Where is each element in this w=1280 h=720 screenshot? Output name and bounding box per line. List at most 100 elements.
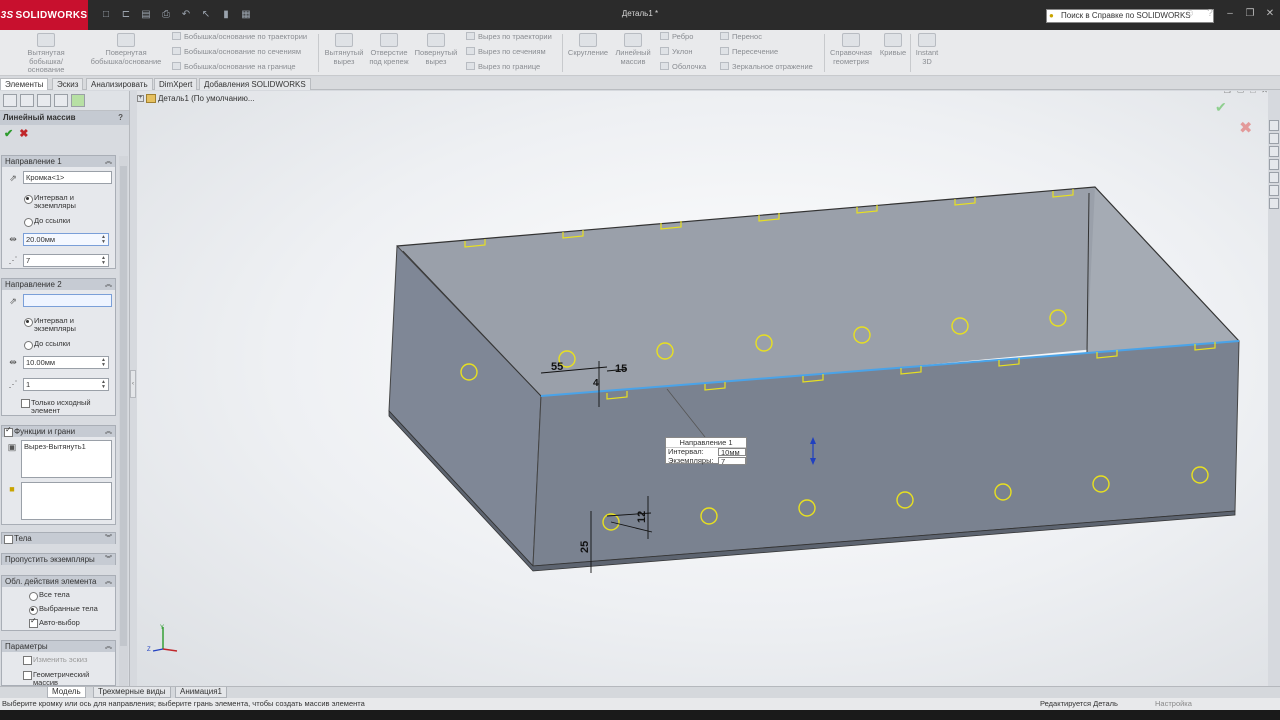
direction-arrow-icon[interactable]: ⇗ — [6, 172, 20, 185]
geometry-pattern-checkbox[interactable]: Геометрический массив — [23, 671, 103, 687]
faces-list[interactable] — [21, 482, 112, 520]
tab-3d-views[interactable]: Трехмерные виды — [93, 687, 171, 698]
box-inner-right-wall[interactable] — [1087, 187, 1239, 353]
intersect-button[interactable]: Пересечение — [720, 47, 778, 56]
features-faces-header[interactable]: Функции и грани ︽ — [2, 426, 115, 437]
fillet-button[interactable]: Скругление — [566, 33, 610, 58]
callout-instances-input[interactable]: 7 — [718, 456, 746, 465]
configuration-manager-icon[interactable] — [37, 94, 51, 107]
curves-button[interactable]: Кривые — [878, 33, 908, 58]
restore-icon[interactable]: ❐ — [1244, 8, 1256, 19]
reference-geometry-button[interactable]: Справочная геометрия — [826, 33, 876, 66]
scrollbar-thumb[interactable] — [120, 166, 127, 646]
help-icon[interactable]: ? — [118, 111, 123, 125]
print-icon[interactable]: ⎙ — [158, 8, 174, 22]
minimize-icon[interactable]: – — [1224, 8, 1236, 19]
instant-3d-button[interactable]: Instant 3D — [912, 33, 942, 66]
pattern-seed-only-checkbox[interactable]: Только исходный элемент — [21, 399, 101, 415]
tab-solidworks-addins[interactable]: Добавления SOLIDWORKS — [199, 78, 311, 90]
dimension-25[interactable]: 25 — [579, 541, 591, 553]
features-list[interactable]: Вырез-Вытянуть1 — [21, 440, 112, 478]
selected-bodies-radio[interactable]: Выбранные тела — [29, 605, 98, 615]
custom-properties-icon[interactable] — [1269, 185, 1279, 196]
undo-icon[interactable]: ↶ — [178, 8, 194, 22]
spin-arrows-icon[interactable]: ▲ ▼ — [100, 380, 107, 390]
extruded-cut-button[interactable]: Вытянутый вырез — [322, 33, 366, 66]
vary-sketch-checkbox[interactable]: Изменить эскиз — [22, 656, 87, 665]
options-header[interactable]: Параметры ︽ — [2, 641, 115, 652]
dimension-4[interactable]: 4 — [593, 378, 599, 389]
bodies-header[interactable]: Тела ︾ — [2, 533, 115, 544]
shell-button[interactable]: Оболочка — [660, 62, 706, 71]
linear-pattern-button[interactable]: Линейный массив — [612, 33, 654, 66]
direction-arrow-icon[interactable]: ⇗ — [6, 295, 20, 308]
user-icon[interactable]: ☺ — [1184, 8, 1196, 19]
skip-instances-header[interactable]: Пропустить экземпляры ︾ — [2, 554, 115, 565]
dir1-up-to-reference-radio[interactable]: До ссылки — [23, 217, 70, 227]
extruded-boss-button[interactable]: Вытянутая бобышка/основание — [18, 33, 74, 75]
dimxpert-manager-icon[interactable] — [54, 94, 68, 107]
auto-select-checkbox[interactable]: Авто-выбор — [29, 617, 80, 628]
solidworks-logo[interactable]: 3S SOLIDWORKS — [0, 0, 88, 30]
dimension-15[interactable]: 15 — [615, 363, 627, 375]
file-properties-icon[interactable]: ▦ — [238, 8, 254, 22]
direction2-header[interactable]: Направление 2 ︽ — [2, 279, 115, 290]
open-icon[interactable]: ⊏ — [118, 8, 134, 22]
tab-evaluate[interactable]: Анализировать — [86, 78, 153, 90]
model-canvas[interactable]: 55 15 4 12 25 — [137, 91, 1268, 686]
feature-manager-icon[interactable] — [3, 94, 17, 107]
dimension-12[interactable]: 12 — [636, 511, 648, 523]
mirror-button[interactable]: Зеркальное отражение — [720, 62, 813, 71]
ok-check-icon[interactable]: ✔ — [4, 127, 13, 140]
swept-cut-button[interactable]: Вырез по траектории — [466, 32, 552, 41]
tab-animation[interactable]: Анимация1 — [175, 687, 228, 698]
lofted-cut-button[interactable]: Вырез по сечениям — [466, 47, 546, 56]
all-bodies-radio[interactable]: Все тела — [29, 591, 70, 601]
feature-scope-header[interactable]: Обл. действия элемента ︽ — [2, 576, 115, 587]
draft-button[interactable]: Уклон — [660, 47, 693, 56]
tab-dimxpert[interactable]: DimXpert — [154, 78, 198, 90]
callout-spacing-input[interactable]: 10мм — [718, 448, 746, 457]
dir2-instances-input[interactable]: 1 ▲ ▼ — [23, 378, 109, 391]
dir2-spacing-instances-radio[interactable]: Интервал и экземпляры — [24, 317, 104, 333]
direction1-header[interactable]: Направление 1 ︽ — [2, 156, 115, 167]
revolved-boss-button[interactable]: Повернутая бобышка/основание — [88, 33, 164, 66]
lofted-boss-button[interactable]: Бобышка/основание по сечениям — [172, 47, 301, 56]
graphics-area[interactable]: +Деталь1 (По умолчанию... ⌕ ⌕ ↶ ◧ ◨ ◩ ◪ … — [137, 91, 1268, 686]
solidworks-resources-icon[interactable] — [1269, 120, 1279, 131]
spin-arrows-icon[interactable]: ▲ ▼ — [100, 358, 107, 368]
dir2-up-to-reference-radio[interactable]: До ссылки — [23, 340, 70, 350]
boundary-cut-button[interactable]: Вырез по границе — [466, 62, 540, 71]
tab-features[interactable]: Элементы — [0, 78, 49, 90]
design-library-icon[interactable] — [1269, 133, 1279, 144]
hole-wizard-button[interactable]: Отверстие под крепеж — [368, 33, 410, 66]
property-manager-icon[interactable] — [20, 94, 34, 107]
file-explorer-icon[interactable] — [1269, 146, 1279, 157]
rebuild-icon[interactable]: ▮ — [218, 8, 234, 22]
spin-arrows-icon[interactable]: ▲ ▼ — [100, 235, 107, 245]
appearances-icon[interactable] — [1269, 172, 1279, 183]
cancel-x-icon[interactable]: ✖ — [19, 127, 28, 140]
save-icon[interactable]: ▤ — [138, 8, 154, 22]
select-icon[interactable]: ↖ — [198, 8, 214, 22]
dir1-spacing-input[interactable]: 20.00мм ▲ ▼ — [23, 233, 109, 246]
direction1-edge-field[interactable]: Кромка<1> — [23, 171, 112, 184]
boundary-boss-button[interactable]: Бобышка/основание на границе — [172, 62, 296, 71]
direction1-callout[interactable]: Направление 1 Интервал: 10мм Экземпляры: 7 — [665, 437, 747, 465]
swept-boss-button[interactable]: Бобышка/основание по траектории — [172, 32, 307, 41]
new-icon[interactable]: □ — [98, 8, 114, 22]
solidworks-forum-icon[interactable] — [1269, 198, 1279, 209]
status-customize[interactable]: Настройка — [1155, 698, 1192, 710]
dir1-instances-input[interactable]: 7 ▲ ▼ — [23, 254, 109, 267]
tab-sketch[interactable]: Эскиз — [52, 78, 84, 90]
tab-model[interactable]: Модель — [47, 687, 86, 698]
wrap-button[interactable]: Перенос — [720, 32, 762, 41]
revolved-cut-button[interactable]: Повернутый вырез — [412, 33, 460, 66]
dimension-55[interactable]: 55 — [551, 361, 563, 373]
spin-arrows-icon[interactable]: ▲ ▼ — [100, 256, 107, 266]
direction2-edge-field[interactable] — [23, 294, 112, 307]
view-palette-icon[interactable] — [1269, 159, 1279, 170]
dir1-spacing-instances-radio[interactable]: Интервал и экземпляры — [24, 194, 104, 210]
rib-button[interactable]: Ребро — [660, 32, 693, 41]
dir2-spacing-input[interactable]: 10.00мм ▲ ▼ — [23, 356, 109, 369]
